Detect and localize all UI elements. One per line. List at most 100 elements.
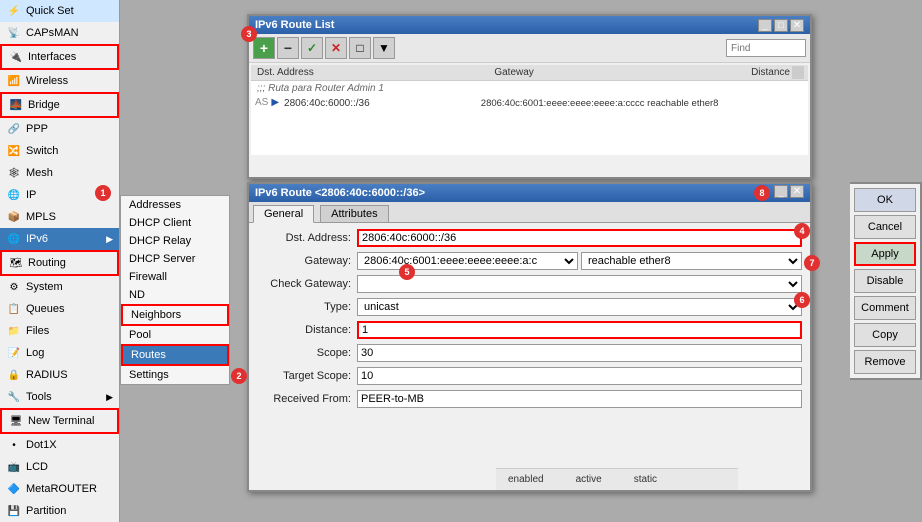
routing-icon: 🗺 xyxy=(8,255,24,271)
sidebar-item-dot1x[interactable]: • Dot1X xyxy=(0,434,119,456)
newterminal-icon: 🖥 xyxy=(8,413,24,429)
distance-input[interactable] xyxy=(357,321,802,339)
type-select[interactable]: unicast xyxy=(357,298,802,316)
route-edit-window: IPv6 Route <2806:40c:6000::/36> 8 _ ✕ Ge… xyxy=(247,182,812,492)
log-icon: 📝 xyxy=(6,345,22,361)
sidebar-item-mpls[interactable]: 📦 MPLS xyxy=(0,206,119,228)
sidebar-item-ppp[interactable]: 🔗 PPP xyxy=(0,118,119,140)
sidebar-item-log[interactable]: 📝 Log xyxy=(0,342,119,364)
sidebar-item-routing[interactable]: 🗺 Routing xyxy=(0,250,119,276)
received-from-label: Received From: xyxy=(257,393,357,405)
route-comment-row: ;;; Ruta para Router Admin 1 xyxy=(251,81,808,96)
submenu-item-addresses[interactable]: Addresses xyxy=(121,196,229,214)
cross-button[interactable]: ✕ xyxy=(325,37,347,59)
badge-2: 2 xyxy=(231,368,247,384)
files-icon: 📁 xyxy=(6,323,22,339)
sidebar-item-ipv6[interactable]: 🌐 IPv6 ▶ 1 xyxy=(0,228,119,250)
check-gateway-select[interactable] xyxy=(357,275,802,293)
sidebar-item-switch[interactable]: 🔀 Switch xyxy=(0,140,119,162)
route-list-toolbar: 3 + − ✓ ✕ □ ▼ xyxy=(249,34,810,63)
submenu-item-firewall[interactable]: Firewall xyxy=(121,268,229,286)
sidebar-item-mesh[interactable]: 🕸 Mesh xyxy=(0,162,119,184)
sidebar-item-radius[interactable]: 🔒 RADIUS xyxy=(0,364,119,386)
sidebar-item-capsman[interactable]: 📡 CAPsMAN xyxy=(0,22,119,44)
scope-input[interactable] xyxy=(357,344,802,362)
wireless-icon: 📶 xyxy=(6,73,22,89)
sidebar-item-wireless[interactable]: 📶 Wireless xyxy=(0,70,119,92)
route-list-table: Dst. Address Gateway Distance ;;; Ruta p… xyxy=(251,65,808,155)
route-list-controls: _ □ ✕ xyxy=(758,19,804,32)
sidebar-item-lcd[interactable]: 📺 LCD xyxy=(0,456,119,478)
sidebar-item-queues[interactable]: 📋 Queues xyxy=(0,298,119,320)
route-data-row[interactable]: AS ▶ 2806:40c:6000::/36 2806:40c:6001:ee… xyxy=(251,96,808,111)
mesh-icon: 🕸 xyxy=(6,165,22,181)
distance-label: Distance: xyxy=(257,324,357,336)
copy-button[interactable]: Copy xyxy=(854,323,916,347)
type-label: Type: xyxy=(257,301,357,313)
dot1x-icon: • xyxy=(6,437,22,453)
submenu-item-dhcpclient[interactable]: DHCP Client xyxy=(121,214,229,232)
sidebar-item-tools[interactable]: 🔧 Tools ▶ xyxy=(0,386,119,408)
tab-general[interactable]: General xyxy=(253,205,314,223)
badge-1: 1 xyxy=(95,185,111,201)
ipv6-submenu: Addresses DHCP Client DHCP Relay DHCP Se… xyxy=(120,195,230,385)
disable-button[interactable]: Disable xyxy=(854,269,916,293)
close-button[interactable]: ✕ xyxy=(790,19,804,32)
tab-attributes[interactable]: Attributes xyxy=(320,205,388,222)
add-route-button[interactable]: + xyxy=(253,37,275,59)
ppp-icon: 🔗 xyxy=(6,121,22,137)
sidebar-item-partition[interactable]: 💾 Partition xyxy=(0,500,119,522)
switch-icon: 🔀 xyxy=(6,143,22,159)
type-row: Type: unicast 6 xyxy=(257,298,802,316)
submenu-item-nd[interactable]: ND xyxy=(121,286,229,304)
sidebar-item-interfaces[interactable]: 🔌 Interfaces xyxy=(0,44,119,70)
ok-button[interactable]: OK xyxy=(854,188,916,212)
submenu-item-pool[interactable]: Pool xyxy=(121,326,229,344)
gateway-extra-select[interactable]: reachable ether8 xyxy=(581,252,802,270)
check-gateway-label: Check Gateway: xyxy=(257,278,357,290)
check-gateway-row: Check Gateway: xyxy=(257,275,802,293)
maximize-button[interactable]: □ xyxy=(774,19,788,32)
apply-button[interactable]: Apply xyxy=(854,242,916,266)
tools-arrow-icon: ▶ xyxy=(106,392,113,403)
gateway-select[interactable]: 2806:40c:6001:eeee:eeee:eeee:a:c xyxy=(357,252,578,270)
minimize-button[interactable]: _ xyxy=(758,19,772,32)
quickset-icon: ⚡ xyxy=(6,3,22,19)
route-list-titlebar: IPv6 Route List _ □ ✕ xyxy=(249,16,810,34)
ipv6-arrow-icon: ▶ xyxy=(106,234,113,245)
sidebar-item-newterminal[interactable]: 🖥 New Terminal xyxy=(0,408,119,434)
check-button[interactable]: ✓ xyxy=(301,37,323,59)
sidebar-item-bridge[interactable]: 🌉 Bridge xyxy=(0,92,119,118)
submenu-item-routes[interactable]: Routes xyxy=(121,344,229,366)
radius-icon: 🔒 xyxy=(6,367,22,383)
received-from-input[interactable] xyxy=(357,390,802,408)
route-edit-titlebar: IPv6 Route <2806:40c:6000::/36> 8 _ ✕ xyxy=(249,184,810,202)
submenu-item-dhcprelay[interactable]: DHCP Relay xyxy=(121,232,229,250)
col-dst-address: Dst. Address xyxy=(255,66,492,79)
dst-address-input[interactable] xyxy=(357,229,802,247)
target-scope-input[interactable] xyxy=(357,367,802,385)
sidebar-item-files[interactable]: 📁 Files xyxy=(0,320,119,342)
submenu-item-dhcpserver[interactable]: DHCP Server xyxy=(121,250,229,268)
sidebar: ⚡ Quick Set 📡 CAPsMAN 🔌 Interfaces 📶 Wir… xyxy=(0,0,120,522)
remove-button[interactable]: Remove xyxy=(854,350,916,374)
badge-8: 8 xyxy=(754,185,770,201)
edit-minimize-button[interactable]: _ xyxy=(774,185,788,198)
comment-button[interactable]: Comment xyxy=(854,296,916,320)
cancel-button[interactable]: Cancel xyxy=(854,215,916,239)
route-edit-controls: 8 _ ✕ xyxy=(754,185,804,201)
sidebar-item-system[interactable]: ⚙ System xyxy=(0,276,119,298)
filter-button[interactable]: ▼ xyxy=(373,37,395,59)
window-button[interactable]: □ xyxy=(349,37,371,59)
target-scope-row: Target Scope: xyxy=(257,367,802,385)
sidebar-item-metarouter[interactable]: 🔷 MetaROUTER xyxy=(0,478,119,500)
edit-close-button[interactable]: ✕ xyxy=(790,185,804,198)
queues-icon: 📋 xyxy=(6,301,22,317)
mpls-icon: 📦 xyxy=(6,209,22,225)
submenu-item-settings[interactable]: Settings xyxy=(121,366,229,384)
submenu-item-neighbors[interactable]: Neighbors xyxy=(121,304,229,326)
find-input[interactable] xyxy=(726,39,806,57)
sidebar-item-quickset[interactable]: ⚡ Quick Set xyxy=(0,0,119,22)
lcd-icon: 📺 xyxy=(6,459,22,475)
remove-route-button[interactable]: − xyxy=(277,37,299,59)
